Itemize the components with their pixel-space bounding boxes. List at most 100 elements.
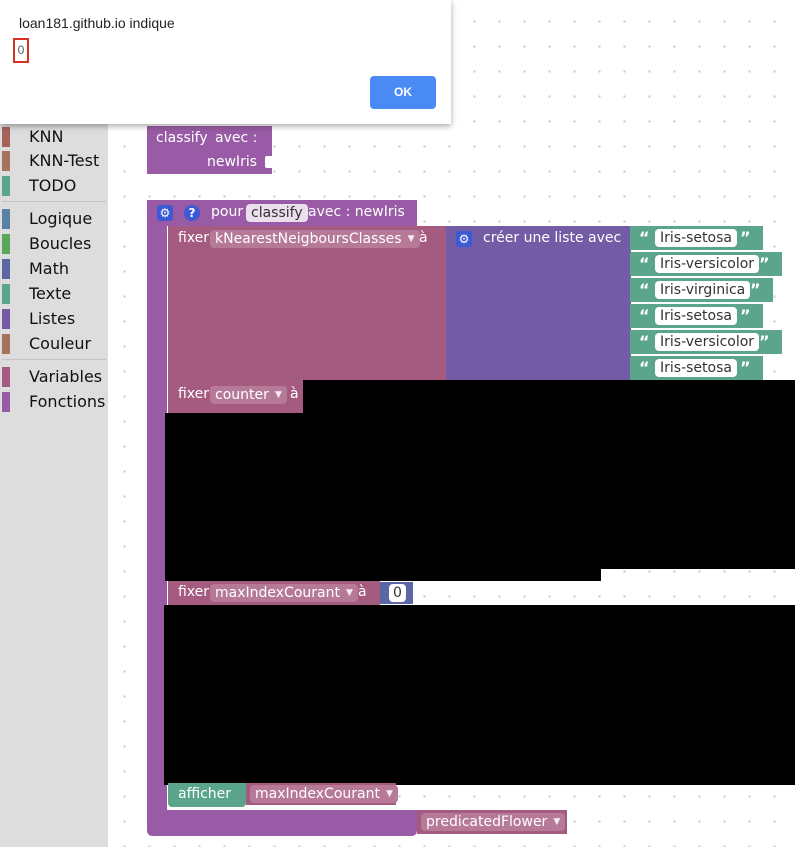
- category-couleur[interactable]: Couleur: [0, 333, 108, 355]
- open-quote-icon: “: [639, 280, 650, 299]
- category-boucles[interactable]: Boucles: [0, 233, 108, 255]
- dialog-title: loan181.github.io indique: [19, 15, 175, 31]
- variable-dropdown[interactable]: counter ▼: [210, 386, 287, 404]
- category-color-bar: [2, 309, 10, 329]
- category-knn-test[interactable]: KNN-Test: [0, 150, 108, 172]
- input-socket: [265, 156, 273, 168]
- print-keyword: afficher: [178, 786, 232, 802]
- set-block-body: [168, 226, 448, 381]
- close-quote-icon: ”: [759, 332, 770, 351]
- dialog-input[interactable]: 0: [13, 38, 29, 63]
- category-color-bar: [2, 392, 10, 412]
- dropdown-arrow-icon: ▼: [346, 588, 353, 598]
- text-block[interactable]: “ Iris-setosa ”: [630, 304, 763, 328]
- set-knn-classes-block[interactable]: fixer kNearestNeigboursClasses ▼ à: [168, 226, 448, 381]
- set-counter-block[interactable]: fixer counter ▼ à: [168, 381, 303, 413]
- category-todo[interactable]: TODO: [0, 175, 108, 197]
- category-label: Logique: [29, 209, 93, 228]
- set-keyword: fixer: [178, 386, 210, 402]
- category-math[interactable]: Math: [0, 258, 108, 280]
- text-field[interactable]: Iris-virginica: [655, 281, 751, 299]
- set-to: à: [290, 386, 299, 402]
- category-color-bar: [2, 234, 10, 254]
- dropdown-arrow-icon: ▼: [386, 789, 393, 799]
- call-block-arg: newIris: [207, 154, 258, 170]
- category-label: Math: [29, 259, 70, 278]
- open-quote-icon: “: [639, 332, 650, 351]
- call-block-with: avec :: [215, 130, 258, 146]
- category-label: TODO: [29, 176, 77, 195]
- dropdown-arrow-icon: ▼: [407, 234, 415, 244]
- category-label: Boucles: [29, 234, 92, 253]
- category-color-bar: [2, 334, 10, 354]
- number-block[interactable]: 0: [380, 582, 413, 604]
- function-name-field[interactable]: classify: [246, 204, 308, 222]
- variable-dropdown[interactable]: maxIndexCourant ▼: [250, 785, 398, 803]
- variable-name: counter: [215, 387, 269, 403]
- return-variable-block[interactable]: predicatedFlower ▼: [417, 810, 567, 834]
- open-quote-icon: “: [639, 358, 650, 377]
- help-icon[interactable]: ?: [184, 205, 200, 221]
- category-label: Variables: [29, 367, 103, 386]
- category-color-bar: [2, 259, 10, 279]
- number-field[interactable]: 0: [389, 584, 406, 602]
- set-keyword: fixer: [178, 230, 210, 246]
- close-quote-icon: ”: [750, 280, 761, 299]
- function-prefix: pour: [211, 204, 244, 220]
- set-to: à: [419, 230, 428, 246]
- close-quote-icon: ”: [740, 306, 751, 325]
- text-block[interactable]: “ Iris-virginica ”: [630, 278, 773, 302]
- close-quote-icon: ”: [740, 228, 751, 247]
- prompt-dialog: loan181.github.io indique 0 OK: [0, 0, 451, 124]
- category-variables[interactable]: Variables: [0, 366, 108, 388]
- list-label: créer une liste avec: [483, 230, 622, 246]
- category-fonctions[interactable]: Fonctions: [0, 391, 108, 413]
- variable-name: predicatedFlower: [426, 814, 548, 830]
- redacted-area: [165, 413, 601, 581]
- call-block-name: classify: [156, 130, 208, 146]
- mutator-gear-icon[interactable]: ⚙: [456, 231, 472, 247]
- category-color-bar: [2, 367, 10, 387]
- variable-name: maxIndexCourant: [215, 585, 340, 601]
- category-color-bar: [2, 127, 10, 147]
- mutator-gear-icon[interactable]: ⚙: [157, 205, 173, 221]
- toolbox: KNN KNN-Test TODO Logique Boucles Math T…: [0, 0, 108, 847]
- category-label: KNN: [29, 127, 64, 146]
- category-color-bar: [2, 151, 10, 171]
- category-texte[interactable]: Texte: [0, 283, 108, 305]
- set-maxindex-block[interactable]: fixer maxIndexCourant ▼ à: [168, 581, 380, 605]
- category-logique[interactable]: Logique: [0, 208, 108, 230]
- redacted-area: [164, 605, 795, 785]
- set-keyword: fixer: [178, 584, 210, 600]
- variable-dropdown[interactable]: kNearestNeigboursClasses ▼: [210, 230, 420, 248]
- open-quote-icon: “: [639, 306, 650, 325]
- text-field[interactable]: Iris-versicolor: [655, 255, 760, 273]
- text-block[interactable]: “ Iris-setosa ”: [630, 226, 763, 250]
- category-label: Listes: [29, 309, 76, 328]
- variable-get-block[interactable]: maxIndexCourant ▼: [246, 783, 398, 805]
- text-block[interactable]: “ Iris-setosa ”: [630, 356, 763, 380]
- text-field[interactable]: Iris-setosa: [655, 307, 737, 325]
- close-quote-icon: ”: [759, 254, 770, 273]
- text-field[interactable]: Iris-versicolor: [655, 333, 760, 351]
- toolbox-separator: [2, 359, 106, 360]
- text-block[interactable]: “ Iris-versicolor ”: [630, 330, 782, 354]
- text-block[interactable]: “ Iris-versicolor ”: [630, 252, 782, 276]
- text-field[interactable]: Iris-setosa: [655, 229, 737, 247]
- dropdown-arrow-icon: ▼: [553, 817, 561, 827]
- create-list-block[interactable]: ⚙ créer une liste avec: [446, 226, 631, 381]
- variable-dropdown[interactable]: predicatedFlower ▼: [421, 813, 566, 831]
- text-field[interactable]: Iris-setosa: [655, 359, 737, 377]
- category-listes[interactable]: Listes: [0, 308, 108, 330]
- print-block[interactable]: afficher: [168, 783, 246, 807]
- close-quote-icon: ”: [740, 358, 751, 377]
- open-quote-icon: “: [639, 254, 650, 273]
- function-params: avec : newIris: [308, 204, 405, 220]
- variable-dropdown[interactable]: maxIndexCourant ▼: [210, 584, 358, 602]
- category-label: KNN-Test: [29, 151, 100, 170]
- ok-button[interactable]: OK: [370, 76, 436, 109]
- category-color-bar: [2, 176, 10, 196]
- call-classify-block[interactable]: classify avec : newIris: [147, 126, 273, 174]
- list-block-body: [446, 226, 631, 381]
- category-knn[interactable]: KNN: [0, 126, 108, 148]
